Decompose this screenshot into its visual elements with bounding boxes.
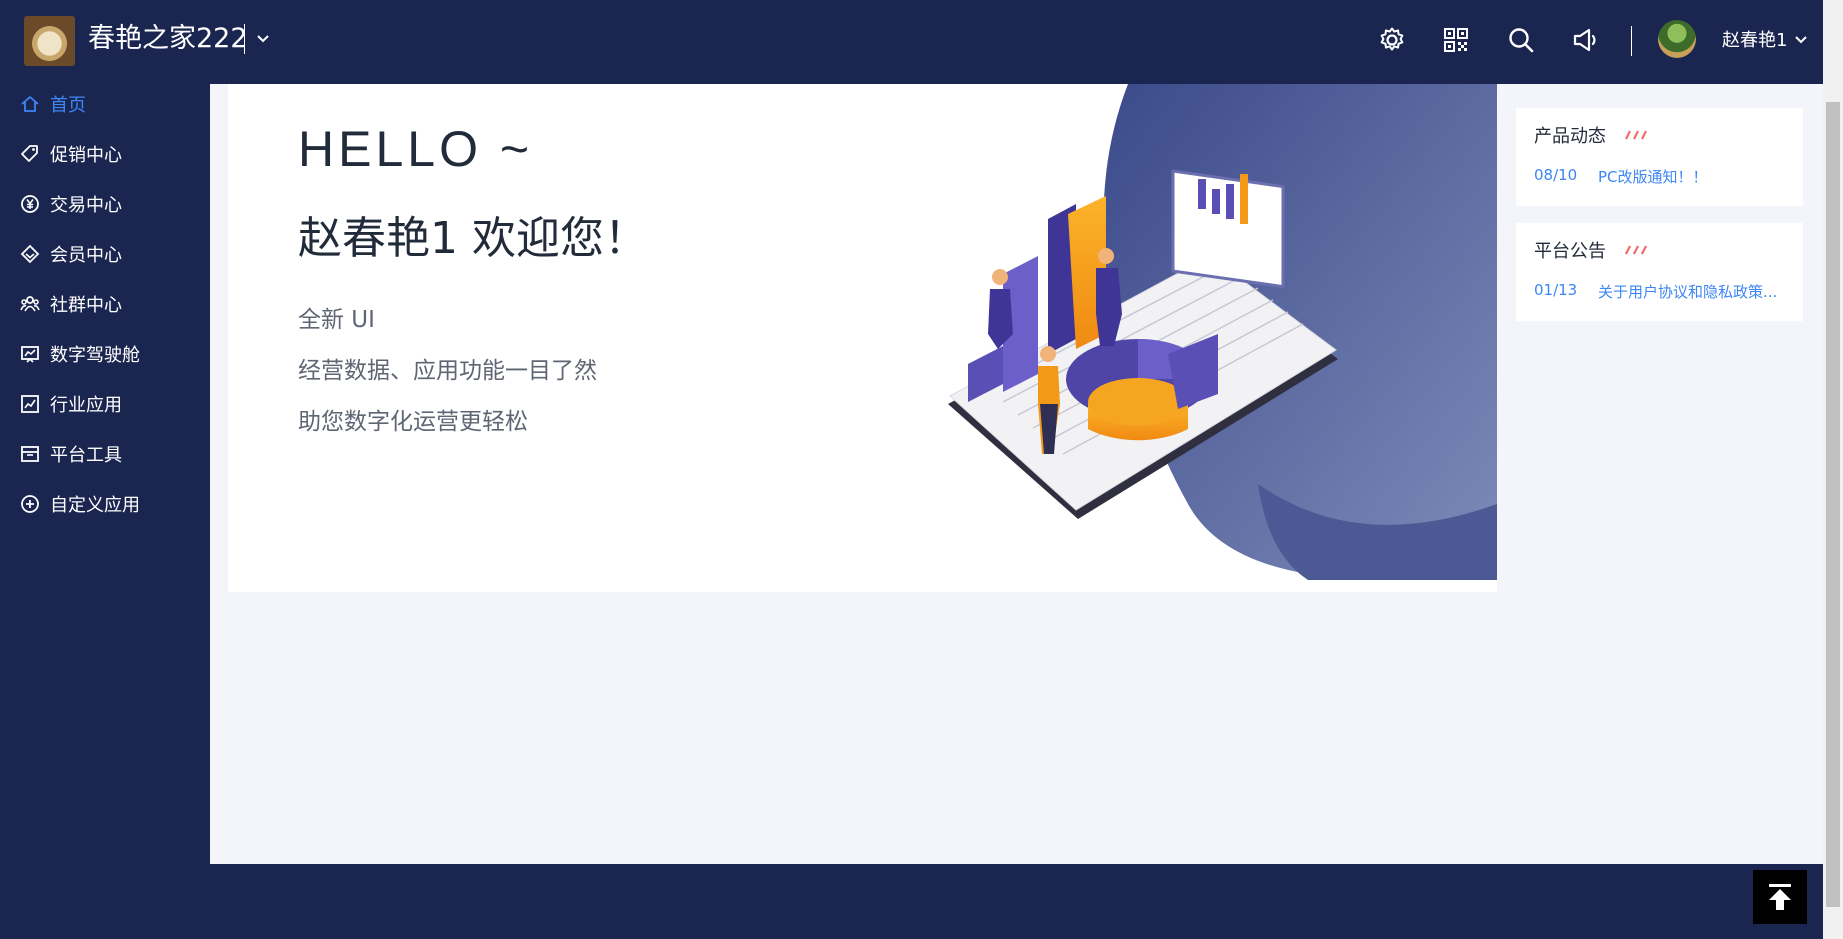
sidebar-item-tools[interactable]: 平台工具 [0, 434, 210, 474]
banner-line: 全新 UI [298, 307, 375, 333]
group-icon [20, 294, 40, 314]
sidebar-item-custom-app[interactable]: 自定义应用 [0, 484, 210, 524]
gear-icon[interactable] [1376, 24, 1408, 56]
tag-icon [20, 144, 40, 164]
title-divider [244, 24, 245, 54]
welcome-banner: HELLO ~ 赵春艳1 欢迎您！ 全新 UI 经营数据、应用功能一目了然 助您… [228, 84, 1497, 592]
sidebar-item-community[interactable]: 社群中心 [0, 284, 210, 324]
sidebar-item-label: 行业应用 [50, 395, 122, 416]
chevron-down-icon[interactable] [1792, 30, 1810, 48]
product-news-card: 产品动态 08/10 PC改版通知！！ [1516, 108, 1803, 206]
sidebar-item-label: 平台工具 [50, 445, 122, 466]
yen-coin-icon [20, 194, 40, 214]
sidebar-item-label: 自定义应用 [50, 495, 140, 516]
banner-line: 经营数据、应用功能一目了然 [298, 358, 597, 384]
megaphone-icon[interactable] [1570, 24, 1602, 56]
user-name[interactable]: 赵春艳1 [1722, 28, 1787, 54]
sidebar-item-trade[interactable]: 交易中心 [0, 184, 210, 224]
back-to-top-button[interactable] [1753, 870, 1807, 924]
slash-decoration-icon [1625, 245, 1647, 255]
sidebar-item-cockpit[interactable]: 数字驾驶舱 [0, 334, 210, 374]
diamond-icon [20, 244, 40, 264]
sidebar-item-label: 首页 [50, 95, 86, 116]
card-title: 产品动态 [1534, 126, 1606, 147]
scrollbar-thumb[interactable] [1826, 102, 1840, 907]
home-icon [20, 94, 40, 114]
main-content: HELLO ~ 赵春艳1 欢迎您！ 全新 UI 经营数据、应用功能一目了然 助您… [210, 84, 1823, 864]
analytics-illustration [948, 84, 1497, 580]
sidebar-item-label: 会员中心 [50, 245, 122, 266]
user-avatar[interactable] [1658, 20, 1696, 58]
notice-link[interactable]: PC改版通知！！ [1598, 166, 1796, 187]
plus-circle-icon [20, 494, 40, 514]
search-icon[interactable] [1505, 24, 1537, 56]
sidebar-nav: 首页 促销中心 交易中心 会员中心 社群中心 数字驾驶舱 行业应用 平台工具 自… [0, 84, 210, 939]
qrcode-icon[interactable] [1440, 24, 1472, 56]
hello-heading: HELLO ~ [298, 121, 534, 177]
platform-notice-card: 平台公告 01/13 关于用户协议和隐私政策... [1516, 223, 1803, 321]
toolbox-icon [20, 444, 40, 464]
notice-date: 01/13 [1534, 281, 1578, 299]
sidebar-item-home[interactable]: 首页 [0, 84, 210, 124]
banner-line: 助您数字化运营更轻松 [298, 409, 528, 435]
sidebar-item-member[interactable]: 会员中心 [0, 234, 210, 274]
sidebar-item-label: 数字驾驶舱 [50, 345, 140, 366]
store-logo[interactable] [24, 16, 75, 66]
header-divider [1631, 26, 1632, 56]
line-chart-icon [20, 394, 40, 414]
app-title[interactable]: 春艳之家222 [88, 20, 248, 58]
sidebar-item-label: 交易中心 [50, 195, 122, 216]
arrow-up-icon [1769, 884, 1791, 910]
card-title: 平台公告 [1534, 241, 1606, 262]
chevron-down-icon[interactable] [252, 28, 274, 50]
sidebar-item-label: 促销中心 [50, 145, 122, 166]
welcome-heading: 赵春艳1 欢迎您！ [298, 213, 648, 264]
page-scrollbar[interactable] [1823, 0, 1843, 939]
dashboard-chart-icon [20, 344, 40, 364]
notice-link[interactable]: 关于用户协议和隐私政策... [1598, 281, 1796, 302]
slash-decoration-icon [1625, 130, 1647, 140]
sidebar-item-label: 社群中心 [50, 295, 122, 316]
sidebar-item-industry[interactable]: 行业应用 [0, 384, 210, 424]
notice-date: 08/10 [1534, 166, 1578, 184]
top-header: 春艳之家222 赵春艳1 [0, 0, 1823, 84]
sidebar-item-promotion[interactable]: 促销中心 [0, 134, 210, 174]
